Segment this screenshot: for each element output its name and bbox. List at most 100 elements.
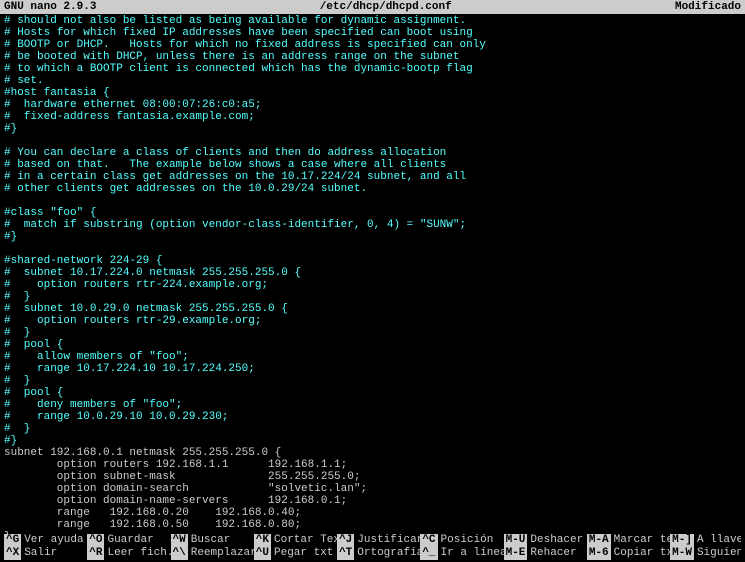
shortcut-key: M-U	[504, 534, 528, 547]
shortcut-buscar[interactable]: ^WBuscar	[171, 534, 254, 547]
shortcut-key: ^U	[254, 547, 271, 560]
editor-line[interactable]: range 192.168.0.50 192.168.0.80;	[4, 519, 741, 531]
shortcut-key: ^G	[4, 534, 21, 547]
shortcut-posici-n[interactable]: ^C Posición	[420, 534, 503, 547]
editor-line[interactable]: # option routers rtr-29.example.org;	[4, 315, 741, 327]
app-name: GNU nano 2.9.3	[4, 0, 96, 14]
shortcut-ortograf-a[interactable]: ^TOrtografía	[337, 547, 420, 560]
shortcut-justificar[interactable]: ^JJustificar	[337, 534, 420, 547]
shortcut-pegar-txt[interactable]: ^UPegar txt	[254, 547, 337, 560]
editor-line[interactable]: # set.	[4, 75, 741, 87]
shortcut-key: ^J	[337, 534, 354, 547]
shortcut-bar: ^GVer ayuda^OGuardar^WBuscar^KCortar Tex…	[0, 534, 745, 560]
shortcut-key: ^R	[87, 547, 104, 560]
shortcut-label: Ortografía	[357, 547, 420, 560]
shortcut-label: Cortar Texto	[274, 534, 337, 547]
editor-line[interactable]: # }	[4, 327, 741, 339]
shortcut-key: ^O	[87, 534, 104, 547]
titlebar: GNU nano 2.9.3 /etc/dhcp/dhcpd.conf Modi…	[0, 0, 745, 14]
shortcut-key: ^_	[420, 547, 437, 560]
shortcut-a-llave[interactable]: M-]A llave	[670, 534, 741, 547]
shortcut-key: M-6	[587, 547, 611, 560]
editor-line[interactable]: #host fantasia {	[4, 87, 741, 99]
shortcut-siguiente[interactable]: M-WSiguiente	[670, 547, 741, 560]
editor-line[interactable]: # to which a BOOTP client is connected w…	[4, 63, 741, 75]
editor-line[interactable]: option domain-name-servers 192.168.0.1;	[4, 495, 741, 507]
editor-line[interactable]: # fixed-address fantasia.example.com;	[4, 111, 741, 123]
editor-line[interactable]: # }	[4, 423, 741, 435]
editor-line[interactable]: option routers 192.168.1.1 192.168.1.1;	[4, 459, 741, 471]
editor-line[interactable]: range 192.168.0.20 192.168.0.40;	[4, 507, 741, 519]
shortcut-salir[interactable]: ^XSalir	[4, 547, 87, 560]
shortcut-label: Pegar txt	[274, 547, 333, 560]
shortcut-label: Reemplazar	[191, 547, 254, 560]
shortcut-label: Leer fich.	[107, 547, 170, 560]
status-modified: Modificado	[675, 0, 741, 14]
shortcut-marcar-texto[interactable]: M-AMarcar texto	[587, 534, 670, 547]
editor-line[interactable]: # be booted with DHCP, unless there is a…	[4, 51, 741, 63]
editor-line[interactable]: # based on that. The example below shows…	[4, 159, 741, 171]
editor-line[interactable]: # hardware ethernet 08:00:07:26:c0:a5;	[4, 99, 741, 111]
editor-line[interactable]: #class "foo" {	[4, 207, 741, 219]
editor-line[interactable]: # match if substring (option vendor-clas…	[4, 219, 741, 231]
editor-line[interactable]: #shared-network 224-29 {	[4, 255, 741, 267]
shortcut-label: A llave	[697, 534, 741, 547]
shortcut-label: Marcar texto	[614, 534, 670, 547]
editor-line[interactable]: # subnet 10.0.29.0 netmask 255.255.255.0…	[4, 303, 741, 315]
editor-line[interactable]: # }	[4, 291, 741, 303]
file-path: /etc/dhcp/dhcpd.conf	[96, 0, 675, 14]
shortcut-key: M-]	[670, 534, 694, 547]
editor-line[interactable]: #}	[4, 435, 741, 447]
editor-line[interactable]: # deny members of "foo";	[4, 399, 741, 411]
shortcut-reemplazar[interactable]: ^\Reemplazar	[171, 547, 254, 560]
shortcut-guardar[interactable]: ^OGuardar	[87, 534, 170, 547]
editor-line[interactable]: # range 10.0.29.10 10.0.29.230;	[4, 411, 741, 423]
editor-line[interactable]	[4, 135, 741, 147]
editor-line[interactable]: option domain-search "solvetic.lan";	[4, 483, 741, 495]
shortcut-label: Salir	[24, 547, 57, 560]
editor-line[interactable]	[4, 195, 741, 207]
editor-content[interactable]: # should not also be listed as being ava…	[0, 14, 745, 543]
editor-line[interactable]: #}	[4, 231, 741, 243]
editor-line[interactable]	[4, 243, 741, 255]
shortcut-key: ^X	[4, 547, 21, 560]
shortcut-key: ^T	[337, 547, 354, 560]
shortcut-label: Rehacer	[530, 547, 576, 560]
editor-line[interactable]: # in a certain class get addresses on th…	[4, 171, 741, 183]
editor-line[interactable]: # subnet 10.17.224.0 netmask 255.255.255…	[4, 267, 741, 279]
shortcut-ir-a-l-nea[interactable]: ^_ Ir a línea	[420, 547, 503, 560]
shortcut-key: M-E	[504, 547, 528, 560]
shortcut-key: ^C	[420, 534, 437, 547]
editor-line[interactable]: option subnet-mask 255.255.255.0;	[4, 471, 741, 483]
editor-line[interactable]: # option routers rtr-224.example.org;	[4, 279, 741, 291]
shortcut-label: Deshacer	[530, 534, 583, 547]
shortcut-key: ^W	[171, 534, 188, 547]
shortcut-label: Posición	[441, 534, 494, 547]
editor-line[interactable]: # allow members of "foo";	[4, 351, 741, 363]
editor-line[interactable]: # }	[4, 375, 741, 387]
editor-line[interactable]: subnet 192.168.0.1 netmask 255.255.255.0…	[4, 447, 741, 459]
shortcut-key: ^K	[254, 534, 271, 547]
editor-line[interactable]: # BOOTP or DHCP. Hosts for which no fixe…	[4, 39, 741, 51]
editor-line[interactable]: #}	[4, 123, 741, 135]
editor-line[interactable]: # pool {	[4, 387, 741, 399]
shortcut-key: M-A	[587, 534, 611, 547]
shortcut-copiar-txt[interactable]: M-6Copiar txt	[587, 547, 670, 560]
shortcut-label: Siguiente	[697, 547, 741, 560]
shortcut-key: M-W	[670, 547, 694, 560]
editor-line[interactable]: # range 10.17.224.10 10.17.224.250;	[4, 363, 741, 375]
shortcut-label: Buscar	[191, 534, 231, 547]
editor-line[interactable]: # should not also be listed as being ava…	[4, 15, 741, 27]
shortcut-label: Ir a línea	[441, 547, 504, 560]
shortcut-rehacer[interactable]: M-ERehacer	[504, 547, 587, 560]
shortcut-leer-fich-[interactable]: ^RLeer fich.	[87, 547, 170, 560]
shortcut-cortar-texto[interactable]: ^KCortar Texto	[254, 534, 337, 547]
shortcut-label: Justificar	[357, 534, 420, 547]
editor-line[interactable]: # You can declare a class of clients and…	[4, 147, 741, 159]
editor-line[interactable]: # Hosts for which fixed IP addresses hav…	[4, 27, 741, 39]
editor-line[interactable]: # pool {	[4, 339, 741, 351]
shortcut-deshacer[interactable]: M-UDeshacer	[504, 534, 587, 547]
shortcut-ver-ayuda[interactable]: ^GVer ayuda	[4, 534, 87, 547]
editor-line[interactable]: # other clients get addresses on the 10.…	[4, 183, 741, 195]
shortcut-label: Guardar	[107, 534, 153, 547]
